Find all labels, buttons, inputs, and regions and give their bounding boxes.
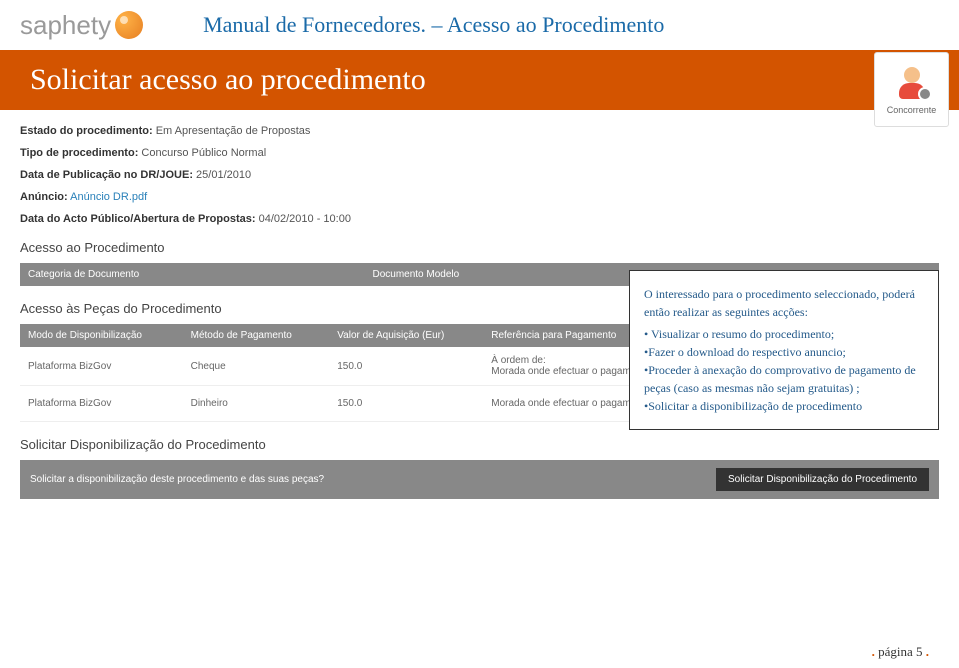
r0-valor: 150.0 [329, 347, 483, 386]
solicit-button[interactable]: Solicitar Disponibilização do Procedimen… [716, 468, 929, 491]
logo-text: saphety [20, 10, 111, 41]
callout-b3: •Proceder à anexação do comprovativo de … [644, 361, 924, 397]
r1-valor: 150.0 [329, 386, 483, 422]
acto-value: 04/02/2010 - 10:00 [259, 213, 351, 225]
role-badge: Concorrente [874, 52, 949, 127]
info-estado: Estado do procedimento: Em Apresentação … [20, 125, 939, 137]
callout-b1: • Visualizar o resumo do procedimento; [644, 325, 924, 343]
pub-label: Data de Publicação no DR/JOUE: [20, 169, 193, 181]
t2-h2: Valor de Aquisição (Eur) [329, 324, 483, 347]
avatar-icon [894, 65, 930, 101]
role-label: Concorrente [887, 105, 937, 115]
title-bar: Solicitar acesso ao procedimento Concorr… [0, 50, 959, 110]
section3-title: Solicitar Disponibilização do Procedimen… [20, 437, 939, 452]
t2-h1: Método de Pagamento [183, 324, 330, 347]
page-title: Solicitar acesso ao procedimento [30, 63, 426, 97]
r0-metodo: Cheque [183, 347, 330, 386]
callout-b2: •Fazer o download do respectivo anuncio; [644, 343, 924, 361]
page-num-text: página 5 [878, 644, 922, 659]
tipo-label: Tipo de procedimento: [20, 147, 138, 159]
callout-intro: O interessado para o procedimento selecc… [644, 285, 924, 321]
dot-icon: . [926, 644, 929, 659]
section1-title: Acesso ao Procedimento [20, 240, 939, 255]
callout-box: O interessado para o procedimento selecc… [629, 270, 939, 430]
logo-icon [115, 11, 143, 39]
anuncio-label: Anúncio: [20, 191, 68, 203]
anuncio-link[interactable]: Anúncio DR.pdf [70, 191, 147, 203]
estado-label: Estado do procedimento: [20, 125, 153, 137]
solicit-row: Solicitar a disponibilização deste proce… [20, 460, 939, 499]
r0-modo: Plataforma BizGov [20, 347, 183, 386]
solicit-question: Solicitar a disponibilização deste proce… [30, 474, 716, 485]
pub-value: 25/01/2010 [196, 169, 251, 181]
acto-label: Data do Acto Público/Abertura de Propost… [20, 213, 256, 225]
estado-value: Em Apresentação de Propostas [156, 125, 311, 137]
doc-title: Manual de Fornecedores. – Acesso ao Proc… [203, 12, 664, 38]
page-number: . página 5 . [872, 644, 929, 660]
dot-icon: . [872, 644, 875, 659]
info-pub: Data de Publicação no DR/JOUE: 25/01/201… [20, 169, 939, 181]
r1-modo: Plataforma BizGov [20, 386, 183, 422]
t1-h0: Categoria de Documento [20, 263, 364, 286]
t1-h1: Documento Modelo [364, 263, 642, 286]
logo: saphety [20, 10, 143, 41]
tipo-value: Concurso Público Normal [141, 147, 266, 159]
callout-b4: •Solicitar a disponibilização de procedi… [644, 397, 924, 415]
info-anuncio: Anúncio: Anúncio DR.pdf [20, 191, 939, 203]
t2-h0: Modo de Disponibilização [20, 324, 183, 347]
info-acto: Data do Acto Público/Abertura de Propost… [20, 213, 939, 225]
r1-metodo: Dinheiro [183, 386, 330, 422]
info-tipo: Tipo de procedimento: Concurso Público N… [20, 147, 939, 159]
